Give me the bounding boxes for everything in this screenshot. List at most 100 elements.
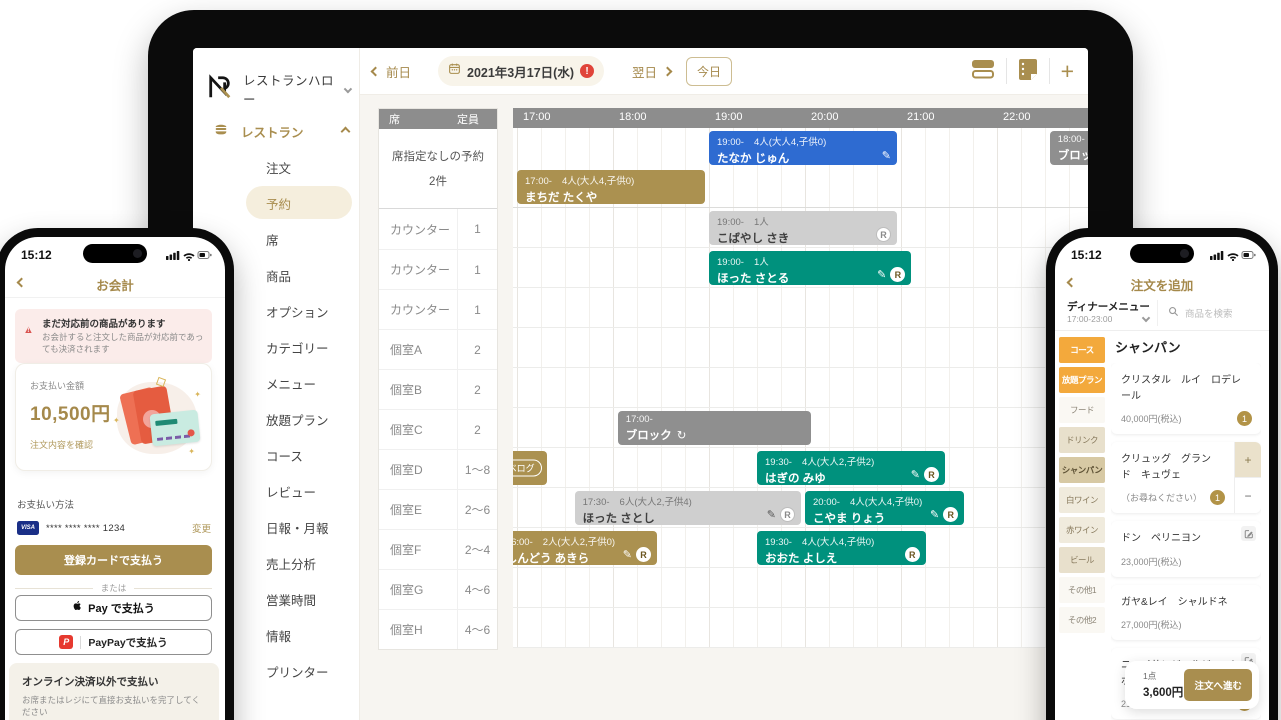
- prev-day-button[interactable]: 前日: [372, 48, 411, 95]
- reservation-bar[interactable]: 食べログ: [513, 451, 547, 485]
- sidebar-item-レビュー[interactable]: レビュー: [266, 480, 316, 502]
- sidebar-item-情報[interactable]: 情報: [266, 624, 291, 646]
- edit-icon[interactable]: ✎: [877, 268, 886, 281]
- status-icons: [1210, 248, 1256, 266]
- chevron-right-icon: [663, 67, 673, 77]
- reservation-bar[interactable]: 19:00-1人ほった さとる✎R: [709, 251, 911, 285]
- edit-icon[interactable]: ✎: [930, 508, 939, 521]
- sidebar-item-商品[interactable]: 商品: [266, 264, 291, 286]
- app-logo-icon[interactable]: R: [905, 547, 920, 562]
- timeline-header: 17:0018:0019:0020:0021:0022:00: [513, 108, 1088, 128]
- date-picker[interactable]: 2021年3月17日(水) !: [438, 56, 604, 86]
- category-tab-赤ワイン[interactable]: 赤ワイン: [1059, 517, 1105, 543]
- brand-row[interactable]: レストランハロー: [207, 74, 351, 104]
- phone-left-device: 15:12 お会計 ▲! まだ対応前の商品があります お会計すると注文した商品が…: [0, 228, 234, 720]
- edit-icon[interactable]: ✎: [767, 508, 776, 521]
- reservation-bar[interactable]: 19:30-4人(大人4,子供0)おおた よしえR: [757, 531, 926, 565]
- bar-icons: ✎R: [877, 267, 905, 282]
- chevron-down-icon: [1143, 308, 1149, 326]
- proceed-order-button[interactable]: 注文へ進む: [1184, 669, 1252, 701]
- sidebar-item-営業時間[interactable]: 営業時間: [266, 588, 316, 610]
- next-day-button[interactable]: 翌日: [632, 48, 671, 95]
- app-logo-icon[interactable]: R: [636, 547, 651, 562]
- app-logo-icon[interactable]: R: [924, 467, 939, 482]
- seat-name: 個室A: [379, 330, 457, 369]
- reservation-bar[interactable]: 17:30-6人(大人2,子供4)ほった さとし✎R: [575, 491, 801, 525]
- edit-icon[interactable]: [1241, 526, 1256, 541]
- source-badge: 食べログ: [513, 460, 542, 477]
- reservation-bar[interactable]: 19:00-4人(大人4,子供0)たなか じゅん✎: [709, 131, 897, 165]
- memo-icon[interactable]: [1018, 58, 1038, 85]
- paypay-button[interactable]: P PayPayで支払う: [15, 629, 212, 655]
- menu-item-card[interactable]: クリスタル ルイ ロデレール40,000円(税込)1: [1111, 363, 1261, 434]
- edit-icon[interactable]: ✎: [623, 548, 632, 561]
- reservation-bar[interactable]: 19:30-4人(大人2,子供2)はぎの みゆ✎R: [757, 451, 945, 485]
- item-price: 23,000円(税込): [1121, 555, 1251, 568]
- sidebar-item-放題プラン[interactable]: 放題プラン: [266, 408, 329, 430]
- add-reservation-button[interactable]: +: [1061, 61, 1074, 81]
- unassigned-count: 2件: [429, 173, 447, 189]
- menu-item-card[interactable]: クリュッグ グランド キュヴェ（お尋ねください）1+−: [1111, 442, 1261, 513]
- category-tab-ビール[interactable]: ビール: [1059, 547, 1105, 573]
- search-input[interactable]: 商品を検索: [1157, 300, 1261, 326]
- hour-label: 22:00: [1003, 111, 1031, 123]
- sidebar-item-コース[interactable]: コース: [266, 444, 303, 466]
- category-tab-その他2[interactable]: その他2: [1059, 607, 1105, 633]
- menu-name[interactable]: ディナーメニュー: [1067, 299, 1150, 314]
- reservation-bar[interactable]: 18:00-ブロック: [1050, 131, 1088, 165]
- decrement-button[interactable]: −: [1235, 477, 1261, 513]
- bar-icons: ✎R: [911, 467, 939, 482]
- unassigned-reservations[interactable]: 席指定なしの予約 2件: [379, 129, 497, 209]
- item-count: 1点: [1143, 670, 1183, 682]
- category-tab-その他1[interactable]: その他1: [1059, 577, 1105, 603]
- category-tab-フード[interactable]: フード: [1059, 397, 1105, 423]
- reservation-bar[interactable]: 17:00-4人(大人4,子供0)まちだ たくや: [517, 170, 705, 204]
- change-card-link[interactable]: 変更: [192, 521, 211, 535]
- increment-button[interactable]: +: [1235, 442, 1261, 477]
- layout-rows-icon[interactable]: [971, 58, 995, 85]
- app-logo-icon[interactable]: R: [780, 507, 795, 522]
- sidebar-item-メニュー[interactable]: メニュー: [266, 372, 316, 394]
- category-tab-ドリンク[interactable]: ドリンク: [1059, 427, 1105, 453]
- timeline-grid[interactable]: 19:00-4人(大人4,子供0)たなか じゅん✎17:00-4人(大人4,子供…: [513, 128, 1088, 648]
- sidebar-item-予約[interactable]: 予約: [266, 192, 291, 214]
- apple-pay-button[interactable]: Pay で支払う: [15, 595, 212, 621]
- edit-icon[interactable]: ✎: [882, 149, 891, 162]
- seat-name: 個室H: [379, 610, 457, 649]
- reservation-bar[interactable]: 20:00-4人(大人4,子供0)こやま りょう✎R: [805, 491, 964, 525]
- sidebar-item-オプション[interactable]: オプション: [266, 300, 329, 322]
- sidebar-item-席[interactable]: 席: [266, 228, 279, 250]
- app-logo-icon[interactable]: R: [943, 507, 958, 522]
- reservation-time: 16:00-2人(大人2,子供0): [513, 531, 657, 548]
- category-tab-放題プラン[interactable]: 放題プラン: [1059, 367, 1105, 393]
- app-logo-icon[interactable]: R: [876, 227, 891, 242]
- edit-icon[interactable]: ✎: [911, 468, 920, 481]
- reservation-bar[interactable]: 19:00-1人こばやし さきR: [709, 211, 897, 245]
- status-icons: [166, 248, 212, 266]
- reservation-bar[interactable]: 16:00-2人(大人2,子供0)しんどう あきら✎R: [513, 531, 657, 565]
- seat-capacity: 4〜6: [457, 610, 497, 649]
- col-capacity: 定員: [457, 111, 497, 127]
- sidebar-item-売上分析[interactable]: 売上分析: [266, 552, 316, 574]
- seat-capacity: 1: [457, 290, 497, 329]
- sidebar-item-注文[interactable]: 注文: [266, 156, 291, 178]
- divider: [5, 297, 225, 298]
- card-number: **** **** **** 1234: [46, 523, 125, 534]
- seat-capacity: 2〜6: [457, 490, 497, 529]
- pay-with-card-button[interactable]: 登録カードで支払う: [15, 545, 212, 575]
- today-button[interactable]: 今日: [686, 57, 732, 86]
- category-tab-コース[interactable]: コース: [1059, 337, 1105, 363]
- category-tab-白ワイン[interactable]: 白ワイン: [1059, 487, 1105, 513]
- menu-item-card[interactable]: ドン ペリニヨン23,000円(税込): [1111, 521, 1261, 577]
- sidebar-item-カテゴリー[interactable]: カテゴリー: [266, 336, 329, 358]
- seat-name: カウンター: [379, 209, 457, 249]
- category-tab-シャンパン[interactable]: シャンパン: [1059, 457, 1105, 483]
- sidebar-item-日報・月報[interactable]: 日報・月報: [266, 516, 329, 538]
- menu-item-card[interactable]: ガヤ&レイ シャルドネ27,000円(税込): [1111, 585, 1261, 641]
- app-logo-icon[interactable]: R: [890, 267, 905, 282]
- sidebar-item-プリンター[interactable]: プリンター: [266, 660, 329, 682]
- reservation-time: 19:00-1人: [709, 251, 911, 268]
- reservation-bar[interactable]: 17:00-ブロック↻: [618, 411, 811, 445]
- reservation-time: 17:30-6人(大人2,子供4): [575, 491, 801, 508]
- sidebar-section-restaurant[interactable]: レストラン: [213, 120, 349, 142]
